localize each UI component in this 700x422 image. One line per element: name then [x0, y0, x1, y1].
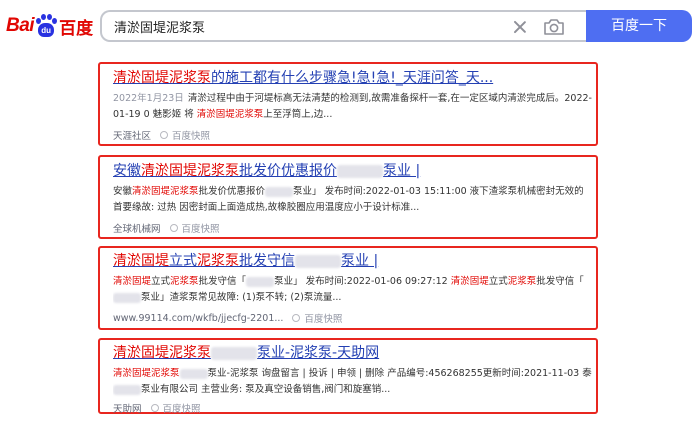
- result-abstract: 清淤固堤泥浆泵 泵业-泥浆泵 询盘留言 | 投诉 | 申领 | 删除 产品编号:4…: [113, 366, 593, 398]
- redacted-mask: [113, 384, 141, 395]
- result-title-link[interactable]: 安徽清淤固堤泥浆泵批发价优惠报价 泵业 |: [113, 161, 593, 181]
- search-button[interactable]: 百度一下: [586, 10, 692, 42]
- snapshot-link[interactable]: 百度快照: [182, 221, 220, 235]
- result-meta: 全球机械网 百度快照: [113, 221, 593, 235]
- redacted-mask: [295, 254, 341, 268]
- circle-icon: [160, 131, 169, 139]
- abstract-text: 泵业」渣浆泵常见故障: (1)泵不转; (2)泵流量...: [141, 292, 342, 303]
- redacted-mask: [246, 276, 275, 287]
- redacted-mask: [113, 292, 141, 303]
- title-text: 立式: [169, 253, 197, 269]
- abstract-highlight: 清淤固堤: [113, 276, 152, 287]
- abstract-highlight: 清淤固堤泥浆泵: [113, 368, 180, 379]
- abstract-highlight: 泥浆泵: [170, 276, 199, 287]
- result-source[interactable]: 天助网: [113, 401, 142, 415]
- search-input[interactable]: [114, 18, 494, 34]
- abstract-highlight: 清淤固堤: [450, 276, 489, 287]
- title-text: 泵业 |: [383, 163, 421, 179]
- title-text: 批发守信: [239, 253, 295, 269]
- result-source[interactable]: 全球机械网: [113, 221, 161, 235]
- abstract-text: 立式: [151, 276, 171, 287]
- redacted-mask: [337, 164, 383, 178]
- result-meta: www.99114.com/wkfb/jjecfg-2201... 百度快照: [113, 311, 593, 326]
- title-highlight: 泥浆泵: [197, 253, 239, 269]
- logo-text-bai: Bai: [6, 15, 35, 36]
- search-box: [100, 10, 586, 42]
- result-abstract: 清淤固堤立式泥浆泵批发守信「 泵业」 发布时间:2022-01-06 09:27:…: [113, 274, 593, 306]
- circle-icon: [292, 314, 301, 322]
- snapshot-link[interactable]: 百度快照: [304, 311, 342, 325]
- result-date: 2022年1月23日: [113, 93, 184, 104]
- abstract-text: 批发守信「: [536, 276, 584, 287]
- result-source[interactable]: 天涯社区: [113, 128, 151, 142]
- snapshot-link[interactable]: 百度快照: [172, 128, 210, 142]
- result-abstract: 2022年1月23日 清淤过程中由于河堤标高无法清楚的检测到,故需准备探杆一套,在…: [113, 91, 593, 123]
- abstract-text: 上至浮筒上,边...: [263, 109, 333, 120]
- abstract-text: 泵业-泥浆泵 询盘留言 | 投诉 | 申领 | 删除 产品编号:45626825…: [207, 368, 592, 379]
- circle-icon: [169, 224, 178, 232]
- search-result: 清淤固堤泥浆泵的施工都有什么步骤急!急!急!_天涯问答_天... 2022年1月…: [98, 62, 598, 146]
- redacted-mask: [211, 346, 257, 360]
- title-text: 泵业 |: [341, 253, 379, 269]
- search-result: 清淤固堤泥浆泵 泵业-泥浆泵-天助网 清淤固堤泥浆泵 泵业-泥浆泵 询盘留言 | 投…: [98, 338, 598, 415]
- result-abstract: 安徽清淤固堤泥浆泵批发价优惠报价 泵业」 发布时间:2022-01-03 15:1…: [113, 184, 593, 216]
- paw-icon: du: [35, 14, 58, 38]
- abstract-text: 泵业」 发布时间:2022-01-06 09:27:12: [274, 276, 448, 287]
- abstract-text: 泵业有限公司 主营业务: 泵及真空设备销售,阀门和旋塞销...: [141, 384, 391, 395]
- abstract-highlight: 清淤固堤泥浆泵: [196, 109, 264, 120]
- result-title-link[interactable]: 清淤固堤泥浆泵 泵业-泥浆泵-天助网: [113, 343, 593, 363]
- logo-text-cn: 百度: [59, 18, 94, 39]
- title-highlight: 清淤固堤泥浆泵: [113, 345, 211, 361]
- result-meta: 天涯社区 百度快照: [113, 128, 593, 142]
- header: Bai du 百度 百度一下: [0, 0, 700, 52]
- title-highlight: 清淤固堤泥浆泵: [113, 70, 211, 86]
- camera-icon[interactable]: [541, 16, 567, 38]
- title-highlight: 清淤固堤泥浆泵: [141, 163, 239, 179]
- redacted-mask: [179, 368, 208, 379]
- circle-icon: [150, 404, 159, 412]
- redacted-mask: [265, 186, 294, 197]
- result-title-link[interactable]: 清淤固堤泥浆泵的施工都有什么步骤急!急!急!_天涯问答_天...: [113, 68, 593, 88]
- abstract-highlight: 清淤固堤泥浆泵: [132, 186, 199, 197]
- abstract-text: 批发守信「: [198, 276, 247, 287]
- abstract-text: 批发价优惠报价: [198, 186, 266, 197]
- title-text: 的施工都有什么步骤急!急!急!_天涯问答_天...: [211, 70, 494, 86]
- title-text: 泵业-泥浆泵-天助网: [257, 345, 380, 361]
- title-text: 安徽: [113, 163, 141, 179]
- title-highlight: 清淤固堤: [113, 253, 169, 269]
- abstract-text: 清淤过程中由于河堤标高无法清楚的检测到,故需准备探杆一套,在一定区域内清淤完成后…: [187, 93, 565, 104]
- result-source[interactable]: www.99114.com/wkfb/jjecfg-2201...: [113, 313, 283, 324]
- title-text: 批发价优惠报价: [239, 163, 337, 179]
- search-result: 清淤固堤立式泥浆泵批发守信 泵业 | 清淤固堤立式泥浆泵批发守信「 泵业」 发布时间…: [98, 246, 598, 330]
- baidu-logo[interactable]: Bai du 百度: [6, 11, 93, 41]
- abstract-text: 立式: [488, 276, 508, 287]
- search-result: 安徽清淤固堤泥浆泵批发价优惠报价 泵业 | 安徽清淤固堤泥浆泵批发价优惠报价 泵业」…: [98, 155, 598, 239]
- logo-text-du: du: [38, 23, 55, 37]
- close-icon[interactable]: [509, 16, 531, 38]
- result-title-link[interactable]: 清淤固堤立式泥浆泵批发守信 泵业 |: [113, 251, 593, 271]
- snapshot-link[interactable]: 百度快照: [163, 401, 201, 415]
- abstract-text: 安徽: [113, 186, 133, 197]
- result-meta: 天助网 百度快照: [113, 401, 593, 415]
- abstract-highlight: 泥浆泵: [507, 276, 537, 287]
